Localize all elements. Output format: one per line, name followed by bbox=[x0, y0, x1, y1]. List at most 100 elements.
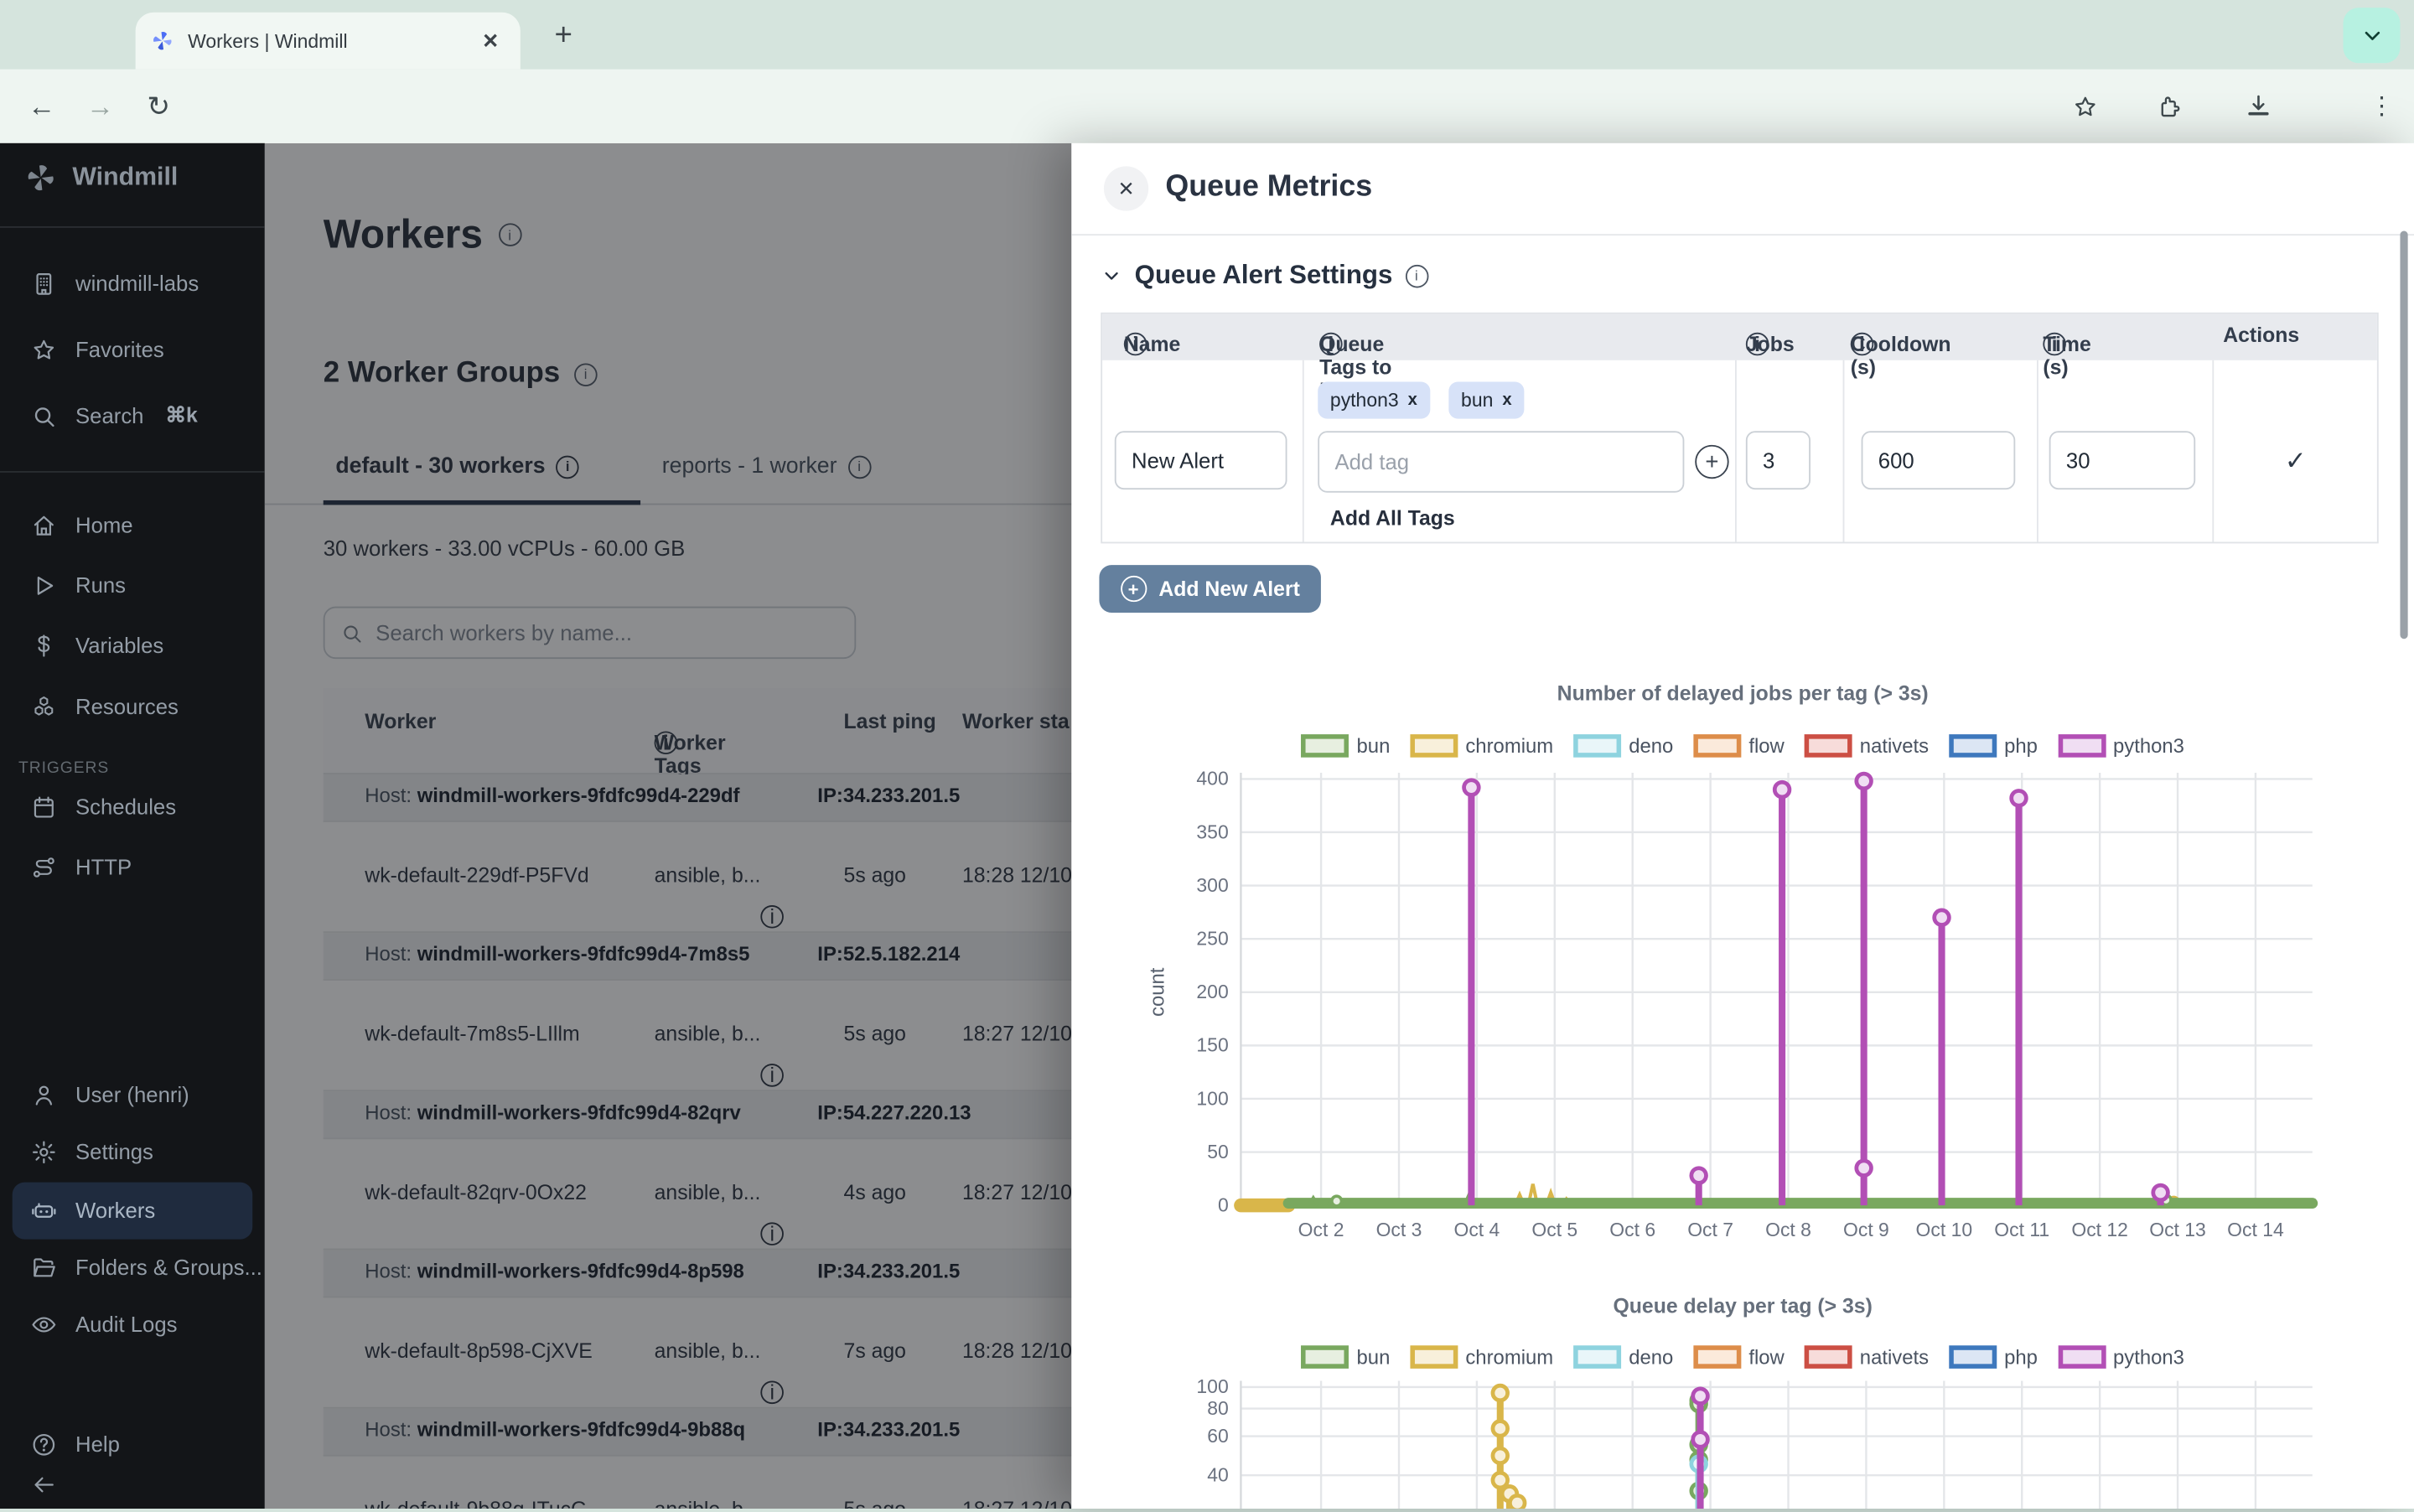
downloads-icon[interactable] bbox=[2230, 70, 2288, 143]
reload-button[interactable]: ↻ bbox=[129, 70, 188, 143]
svg-text:Oct 7: Oct 7 bbox=[1687, 1219, 1733, 1240]
sidebar-item-home[interactable]: Home bbox=[0, 497, 265, 552]
sidebar-item-folders-groups[interactable]: Folders & Groups... bbox=[0, 1240, 265, 1295]
svg-text:Oct 8: Oct 8 bbox=[1765, 1219, 1811, 1240]
tab-strip-chevron-button[interactable] bbox=[2344, 8, 2401, 63]
sidebar: Windmill windmill-labs Favorites Search … bbox=[0, 143, 265, 1509]
remove-tag-icon[interactable]: x bbox=[1408, 391, 1417, 410]
chart2-title: Queue delay per tag (> 3s) bbox=[1071, 1295, 2414, 1318]
legend-item-nativets[interactable]: nativets bbox=[1805, 1345, 1929, 1369]
svg-text:Oct 11: Oct 11 bbox=[1994, 1219, 2049, 1240]
drawer-backdrop[interactable] bbox=[265, 143, 1071, 1509]
windmill-logo[interactable]: Windmill bbox=[24, 162, 178, 194]
legend-label: bun bbox=[1357, 1345, 1391, 1369]
sidebar-item-http[interactable]: HTTP bbox=[0, 839, 265, 894]
legend-item-flow[interactable]: flow bbox=[1693, 734, 1785, 758]
sidebar-item-user[interactable]: User (henri) bbox=[0, 1067, 265, 1122]
legend-item-chromium[interactable]: chromium bbox=[1410, 1345, 1553, 1369]
forward-button[interactable]: → bbox=[70, 70, 129, 143]
add-tag-plus-icon[interactable]: + bbox=[1695, 445, 1728, 479]
info-icon[interactable] bbox=[1746, 333, 1769, 356]
browser-tab-strip: Workers | Windmill ✕ + bbox=[0, 0, 2414, 70]
add-new-alert-button[interactable]: + Add New Alert bbox=[1099, 565, 1320, 613]
workers-page: Workers 2 Worker Groups default - 30 wor… bbox=[265, 143, 1071, 1509]
legend-item-bun[interactable]: bun bbox=[1301, 734, 1390, 758]
legend-item-deno[interactable]: deno bbox=[1573, 1345, 1673, 1369]
sidebar-item-settings[interactable]: Settings bbox=[0, 1124, 265, 1179]
legend-item-bun[interactable]: bun bbox=[1301, 1345, 1390, 1369]
plus-circle-icon: + bbox=[1120, 576, 1146, 602]
back-button[interactable]: ← bbox=[13, 70, 71, 143]
browser-toolbar: ← → ↻ app.windmill.dev/workers ⋮ bbox=[0, 70, 2414, 143]
legend-swatch bbox=[1693, 1345, 1741, 1369]
legend-item-python3[interactable]: python3 bbox=[2058, 1345, 2184, 1369]
confirm-check-icon[interactable]: ✓ bbox=[2285, 447, 2307, 478]
add-tag-input[interactable]: Add tag bbox=[1318, 431, 1684, 492]
time-input[interactable]: 30 bbox=[2049, 431, 2195, 489]
sidebar-divider bbox=[0, 471, 265, 473]
sidebar-divider bbox=[0, 226, 265, 228]
svg-text:Oct 12: Oct 12 bbox=[2071, 1219, 2128, 1240]
browser-tab[interactable]: Workers | Windmill ✕ bbox=[136, 13, 521, 70]
legend-label: deno bbox=[1629, 734, 1673, 758]
legend-label: nativets bbox=[1860, 734, 1929, 758]
tag-pill-python3[interactable]: python3x bbox=[1318, 382, 1429, 419]
new-tab-button[interactable]: + bbox=[542, 14, 585, 57]
sidebar-item-favorites[interactable]: Favorites bbox=[0, 322, 265, 377]
delayed-jobs-chart[interactable]: 050100150200250300350400Oct 2Oct 3Oct 4O… bbox=[1133, 769, 2380, 1259]
tag-pill-bun[interactable]: bunx bbox=[1448, 382, 1524, 419]
legend-item-php[interactable]: php bbox=[1949, 734, 2038, 758]
legend-item-python3[interactable]: python3 bbox=[2058, 734, 2184, 758]
legend-item-nativets[interactable]: nativets bbox=[1805, 734, 1929, 758]
drawer-title: Queue Metrics bbox=[1165, 169, 1372, 205]
screen: Workers | Windmill ✕ + ← → ↻ app.windmil… bbox=[0, 0, 2414, 1509]
info-icon[interactable] bbox=[1124, 333, 1147, 356]
drawer-scrollbar[interactable] bbox=[2400, 231, 2407, 639]
alert-name-input[interactable]: New Alert bbox=[1115, 431, 1287, 489]
close-icon[interactable]: ✕ bbox=[1104, 166, 1148, 210]
legend-item-chromium[interactable]: chromium bbox=[1410, 734, 1553, 758]
info-icon[interactable] bbox=[1851, 333, 1874, 356]
user-icon bbox=[31, 1081, 57, 1107]
chart1-title: Number of delayed jobs per tag (> 3s) bbox=[1071, 682, 2414, 706]
sidebar-collapse-button[interactable] bbox=[0, 1457, 265, 1512]
legend-label: bun bbox=[1357, 734, 1391, 758]
robot-icon bbox=[31, 1197, 57, 1223]
sidebar-item-workers[interactable]: Workers bbox=[0, 1183, 265, 1238]
info-icon[interactable] bbox=[2043, 333, 2066, 356]
col-actions: Actions bbox=[2223, 324, 2299, 347]
sidebar-item-variables[interactable]: Variables bbox=[0, 618, 265, 673]
alert-settings-table: Name Queue Tags to Monitor Jobs Cooldown… bbox=[1101, 313, 2378, 544]
bookmark-star-icon[interactable] bbox=[2055, 70, 2114, 143]
sidebar-item-resources[interactable]: Resources bbox=[0, 679, 265, 734]
sidebar-item-workspace[interactable]: windmill-labs bbox=[0, 256, 265, 311]
svg-text:Oct 3: Oct 3 bbox=[1376, 1219, 1422, 1240]
add-all-tags-link[interactable]: Add All Tags bbox=[1330, 506, 1455, 530]
remove-tag-icon[interactable]: x bbox=[1502, 391, 1511, 410]
queue-delay-chart[interactable]: 406080100 bbox=[1133, 1380, 2380, 1509]
sidebar-item-audit-logs[interactable]: Audit Logs bbox=[0, 1297, 265, 1352]
sidebar-item-runs[interactable]: Runs bbox=[0, 557, 265, 613]
svg-text:250: 250 bbox=[1196, 928, 1228, 950]
svg-text:60: 60 bbox=[1207, 1425, 1229, 1447]
info-icon[interactable] bbox=[1319, 333, 1343, 356]
svg-text:40: 40 bbox=[1207, 1463, 1229, 1485]
tab-close-icon[interactable]: ✕ bbox=[476, 28, 505, 53]
chart2-legend: bun chromium deno flow nativets php python3 bbox=[1071, 1345, 2414, 1369]
svg-text:Oct 5: Oct 5 bbox=[1531, 1219, 1577, 1240]
info-icon[interactable] bbox=[1405, 264, 1428, 287]
legend-item-php[interactable]: php bbox=[1949, 1345, 2038, 1369]
tab-title: Workers | Windmill bbox=[188, 30, 476, 52]
eye-icon bbox=[31, 1311, 57, 1337]
sidebar-item-schedules[interactable]: Schedules bbox=[0, 779, 265, 834]
svg-text:Oct 14: Oct 14 bbox=[2227, 1219, 2284, 1240]
jobs-input[interactable]: 3 bbox=[1746, 431, 1810, 489]
svg-text:count: count bbox=[1147, 967, 1169, 1017]
sidebar-item-search[interactable]: Search ⌘k bbox=[0, 388, 265, 443]
legend-item-flow[interactable]: flow bbox=[1693, 1345, 1785, 1369]
cooldown-input[interactable]: 600 bbox=[1862, 431, 2016, 489]
legend-item-deno[interactable]: deno bbox=[1573, 734, 1673, 758]
browser-menu-icon[interactable]: ⋮ bbox=[2353, 70, 2411, 143]
extensions-icon[interactable] bbox=[2140, 70, 2199, 143]
queue-alert-settings-header[interactable]: Queue Alert Settings bbox=[1101, 260, 1427, 291]
